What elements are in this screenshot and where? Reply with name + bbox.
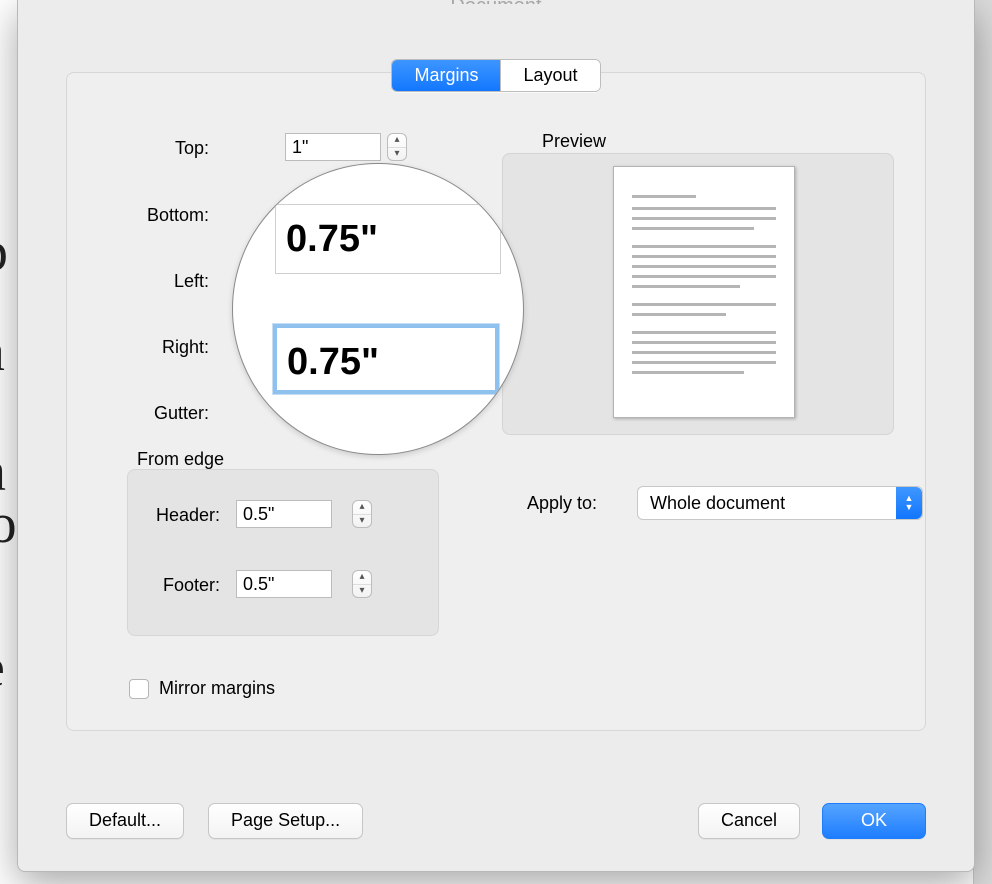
apply-to-label: Apply to: (527, 493, 597, 514)
label-top: Top: (119, 138, 209, 159)
top-margin-input[interactable] (285, 133, 381, 161)
label-header: Header: (140, 505, 220, 526)
stepper-down-icon[interactable]: ▾ (388, 148, 406, 161)
dialog-title-clipped: Document (18, 0, 974, 4)
header-field[interactable]: ▴ ▾ (236, 500, 372, 528)
mirror-margins-checkbox[interactable]: Mirror margins (129, 678, 275, 699)
tab-margins[interactable]: Margins (392, 60, 500, 91)
footer-input[interactable] (236, 570, 332, 598)
top-margin-stepper[interactable]: ▴ ▾ (387, 133, 407, 161)
zoomed-field-right-focused[interactable]: 0.75" (273, 324, 499, 394)
header-input[interactable] (236, 500, 332, 528)
preview-label: Preview (542, 131, 606, 152)
margins-panel: Top: Bottom: Left: Right: Gutter: ▴ ▾ 0.… (66, 72, 926, 731)
tab-segmented-control: Margins Layout (18, 59, 974, 92)
magnifier-zoom-circle: 0.75" 0.75" (232, 163, 524, 455)
tab-layout[interactable]: Layout (500, 60, 599, 91)
label-left: Left: (119, 271, 209, 292)
stepper-down-icon[interactable]: ▾ (353, 515, 371, 528)
label-bottom: Bottom: (119, 205, 209, 226)
label-gutter: Gutter: (119, 403, 209, 424)
stepper-down-icon[interactable]: ▾ (353, 585, 371, 598)
top-margin-field[interactable]: ▴ ▾ (285, 133, 407, 161)
from-edge-group: Header: ▴ ▾ Footer: ▴ ▾ (127, 469, 439, 636)
preview-box (502, 153, 894, 435)
window-edge (973, 0, 992, 884)
label-footer: Footer: (140, 575, 220, 596)
from-edge-title: From edge (137, 449, 224, 470)
dialog-button-row: Default... Page Setup... Cancel OK (66, 803, 926, 839)
label-right: Right: (119, 337, 209, 358)
default-button[interactable]: Default... (66, 803, 184, 839)
apply-to-value: Whole document (650, 493, 785, 514)
stepper-up-icon[interactable]: ▴ (388, 134, 406, 148)
checkbox-box-icon[interactable] (129, 679, 149, 699)
stepper-up-icon[interactable]: ▴ (353, 501, 371, 515)
cancel-button[interactable]: Cancel (698, 803, 800, 839)
select-arrows-icon[interactable]: ▲▼ (896, 487, 922, 519)
footer-stepper[interactable]: ▴ ▾ (352, 570, 372, 598)
footer-field[interactable]: ▴ ▾ (236, 570, 372, 598)
mirror-margins-label: Mirror margins (159, 678, 275, 699)
document-dialog: Document Margins Layout Top: Bottom: Lef… (17, 0, 975, 872)
header-stepper[interactable]: ▴ ▾ (352, 500, 372, 528)
zoomed-field-bottom-or-left[interactable]: 0.75" (275, 204, 501, 274)
stepper-up-icon[interactable]: ▴ (353, 571, 371, 585)
apply-to-select[interactable]: Whole document ▲▼ (637, 486, 923, 520)
page-setup-button[interactable]: Page Setup... (208, 803, 363, 839)
ok-button[interactable]: OK (822, 803, 926, 839)
preview-page-icon (613, 166, 795, 418)
